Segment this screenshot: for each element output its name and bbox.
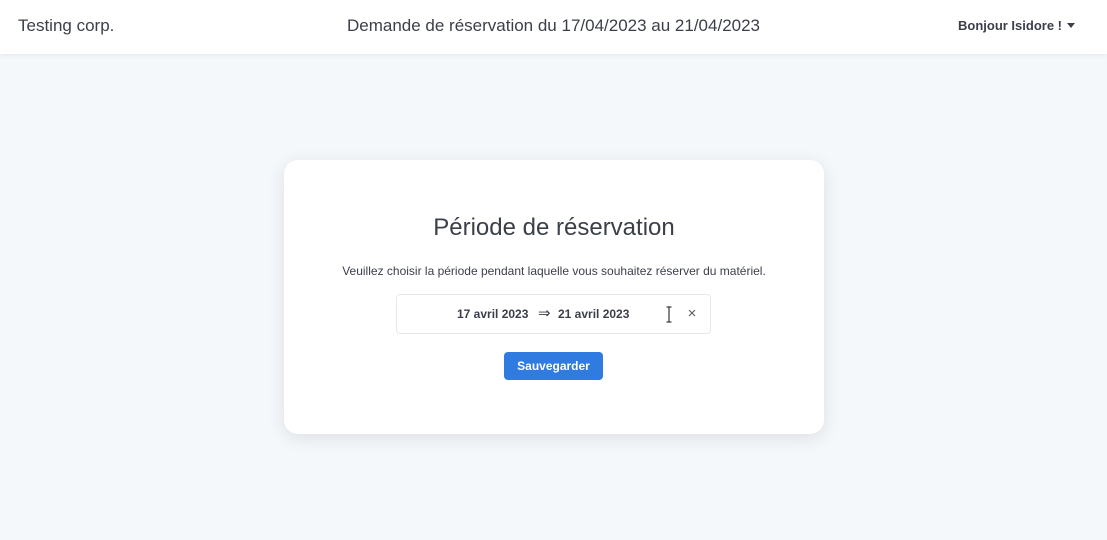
text-cursor-icon — [666, 306, 672, 323]
user-greeting: Bonjour Isidore ! — [958, 18, 1062, 33]
save-button[interactable]: Sauvegarder — [504, 352, 603, 380]
card-title: Période de réservation — [433, 214, 675, 241]
close-icon[interactable]: × — [684, 306, 700, 322]
date-range-end[interactable]: 21 avril 2023 — [558, 307, 629, 321]
arrow-right-icon: ⇒ — [538, 305, 551, 322]
page-title: Demande de réservation du 17/04/2023 au … — [346, 16, 761, 35]
user-menu-dropdown[interactable]: Bonjour Isidore ! — [958, 18, 1075, 33]
navbar: Testing corp. Demande de réservation du … — [0, 0, 1107, 54]
date-range-start[interactable]: 17 avril 2023 — [457, 307, 528, 321]
card-description: Veuillez choisir la période pendant laqu… — [342, 264, 766, 278]
date-range-picker[interactable]: 17 avril 2023 ⇒ 21 avril 2023 × — [396, 294, 711, 334]
chevron-down-icon — [1067, 23, 1075, 28]
reservation-card: Période de réservation Veuillez choisir … — [284, 160, 824, 434]
